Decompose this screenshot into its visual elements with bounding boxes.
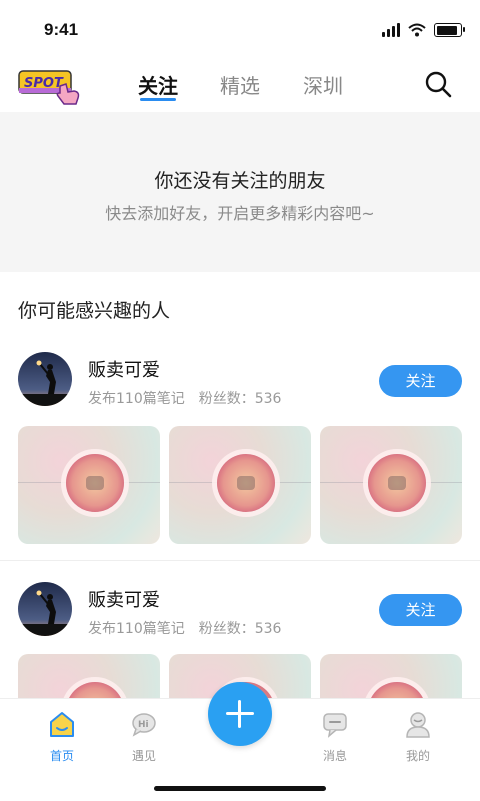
follow-button[interactable]: 关注	[379, 365, 462, 397]
note-thumbnail[interactable]	[320, 426, 462, 544]
tab-featured[interactable]: 精选	[220, 70, 260, 99]
nav-home[interactable]: 首页	[32, 709, 92, 764]
empty-following-banner: 你还没有关注的朋友 快去添加好友，开启更多精彩内容吧~	[0, 112, 480, 272]
home-indicator	[154, 786, 326, 791]
avatar[interactable]	[18, 582, 72, 636]
section-title: 你可能感兴趣的人	[18, 300, 171, 322]
follow-button[interactable]: 关注	[379, 594, 462, 626]
status-bar: 9:41	[0, 0, 480, 56]
user-name[interactable]: 贩卖可爱	[88, 586, 160, 612]
note-thumbnail[interactable]	[18, 426, 160, 544]
empty-subtitle: 快去添加好友，开启更多精彩内容吧~	[105, 204, 375, 223]
signal-icon	[382, 23, 400, 37]
message-icon	[323, 713, 347, 738]
nav-profile[interactable]: 我的	[388, 709, 448, 764]
battery-icon	[434, 23, 465, 37]
nav-home-label: 首页	[49, 749, 74, 763]
user-name[interactable]: 贩卖可爱	[88, 356, 160, 382]
nav-profile-label: 我的	[405, 749, 430, 763]
avatar[interactable]	[18, 352, 72, 406]
note-thumbnail[interactable]	[169, 426, 311, 544]
tab-shenzhen[interactable]: 深圳	[303, 70, 343, 99]
nav-meet[interactable]: Hi 遇见	[114, 709, 174, 764]
status-icons	[382, 20, 465, 40]
empty-title: 你还没有关注的朋友	[154, 170, 326, 192]
nav-messages[interactable]: 消息	[305, 709, 365, 764]
search-icon[interactable]	[424, 70, 452, 98]
nav-messages-label: 消息	[322, 749, 347, 763]
post-count: 发布110篇笔记	[88, 621, 185, 637]
profile-icon	[406, 712, 430, 738]
post-count: 发布110篇笔记	[88, 391, 185, 407]
home-icon	[50, 712, 74, 737]
fan-count: 粉丝数：536	[198, 621, 282, 637]
tab-bar: 关注 精选 深圳	[0, 56, 480, 112]
user-stats: 发布110篇笔记 粉丝数：536	[88, 388, 295, 408]
divider	[0, 560, 480, 561]
user-stats: 发布110篇笔记 粉丝数：536	[88, 618, 295, 638]
svg-text:Hi: Hi	[138, 720, 149, 730]
tab-following[interactable]: 关注	[138, 70, 178, 99]
wifi-icon	[408, 23, 426, 37]
top-header: SPOT 关注 精选 深圳	[0, 56, 480, 113]
hi-bubble-icon: Hi	[132, 713, 156, 737]
status-time: 9:41	[44, 20, 79, 39]
create-post-button[interactable]	[208, 682, 272, 746]
active-tab-indicator	[140, 98, 176, 101]
fan-count: 粉丝数：536	[198, 391, 282, 407]
nav-meet-label: 遇见	[131, 749, 156, 763]
